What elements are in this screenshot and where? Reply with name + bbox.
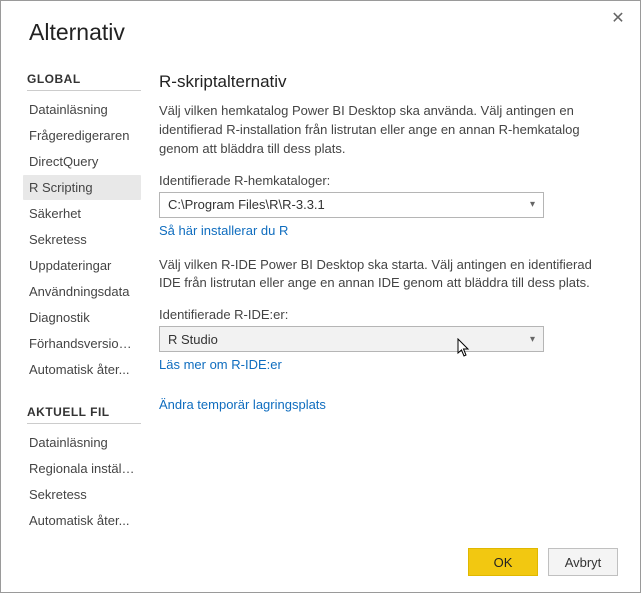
nav-forhandsversions[interactable]: Förhandsversions... — [23, 331, 141, 356]
ide-dropdown[interactable]: R Studio ▾ — [159, 326, 544, 352]
nav-file-datainlasning[interactable]: Datainläsning — [23, 430, 141, 455]
install-r-link[interactable]: Så här installerar du R — [159, 223, 288, 238]
nav-directquery[interactable]: DirectQuery — [23, 149, 141, 174]
nav-sakerhet[interactable]: Säkerhet — [23, 201, 141, 226]
nav-sekretess[interactable]: Sekretess — [23, 227, 141, 252]
learn-ide-link[interactable]: Läs mer om R-IDE:er — [159, 357, 282, 372]
ide-description: Välj vilken R-IDE Power BI Desktop ska s… — [159, 256, 612, 294]
ok-button[interactable]: OK — [468, 548, 538, 576]
panel-heading: R-skriptalternativ — [159, 72, 612, 92]
dialog-footer: OK Avbryt — [468, 548, 618, 576]
chevron-down-icon: ▾ — [530, 334, 535, 345]
nav-automatisk-ater[interactable]: Automatisk åter... — [23, 357, 141, 382]
options-dialog: ✕ Alternativ GLOBAL Datainläsning Fråger… — [0, 0, 641, 593]
nav-uppdateringar[interactable]: Uppdateringar — [23, 253, 141, 278]
ide-value: R Studio — [168, 332, 218, 347]
section-aktuell-heading: AKTUELL FIL — [27, 405, 141, 424]
dialog-title: Alternativ — [1, 1, 640, 46]
nav-frageredigeraren[interactable]: Frågeredigeraren — [23, 123, 141, 148]
sidebar: GLOBAL Datainläsning Frågeredigeraren Di… — [1, 72, 141, 527]
main-panel: R-skriptalternativ Välj vilken hemkatalo… — [141, 72, 640, 527]
nav-datainlasning[interactable]: Datainläsning — [23, 97, 141, 122]
ide-label: Identifierade R-IDE:er: — [159, 307, 612, 322]
home-dir-dropdown[interactable]: C:\Program Files\R\R-3.3.1 ▾ — [159, 192, 544, 218]
home-dir-value: C:\Program Files\R\R-3.3.1 — [168, 197, 325, 212]
nav-file-automatisk[interactable]: Automatisk åter... — [23, 508, 141, 533]
cancel-button[interactable]: Avbryt — [548, 548, 618, 576]
nav-diagnostik[interactable]: Diagnostik — [23, 305, 141, 330]
nav-r-scripting[interactable]: R Scripting — [23, 175, 141, 200]
home-description: Välj vilken hemkatalog Power BI Desktop … — [159, 102, 612, 159]
dialog-body: GLOBAL Datainläsning Frågeredigeraren Di… — [1, 46, 640, 527]
nav-file-sekretess[interactable]: Sekretess — [23, 482, 141, 507]
close-button[interactable]: ✕ — [608, 9, 628, 29]
home-dir-label: Identifierade R-hemkataloger: — [159, 173, 612, 188]
change-temp-storage-link[interactable]: Ändra temporär lagringsplats — [159, 397, 326, 412]
chevron-down-icon: ▾ — [530, 199, 535, 210]
nav-anvandningsdata[interactable]: Användningsdata — [23, 279, 141, 304]
nav-file-regionala[interactable]: Regionala inställ... — [23, 456, 141, 481]
section-global-heading: GLOBAL — [27, 72, 141, 91]
